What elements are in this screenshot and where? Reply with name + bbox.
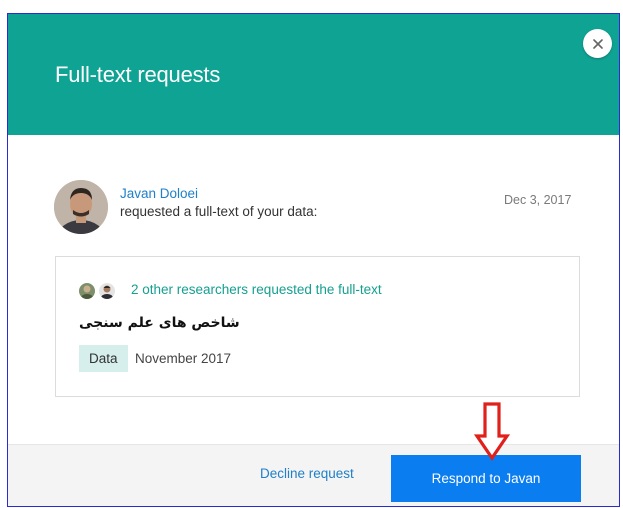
avatar[interactable] [54, 180, 108, 234]
avatar[interactable] [79, 283, 95, 299]
type-badge: Data [79, 345, 128, 372]
dialog-header: Full-text requests [8, 14, 619, 135]
data-date: November 2017 [135, 351, 232, 366]
dialog-footer: Decline request Respond to Javan [8, 444, 619, 506]
avatar-photo [99, 283, 115, 299]
avatar-photo [79, 283, 95, 299]
close-button[interactable] [583, 29, 612, 58]
full-text-requests-dialog: Full-text requests Javan Doloei requeste… [7, 13, 620, 507]
request-description: requested a full-text of your data: [120, 204, 318, 219]
close-icon [592, 38, 603, 49]
decline-request-button[interactable]: Decline request [260, 466, 354, 481]
respond-button[interactable]: Respond to Javan [391, 455, 581, 502]
other-researchers-link[interactable]: 2 other researchers requested the full-t… [131, 282, 382, 297]
requester-name-link[interactable]: Javan Doloei [120, 186, 198, 201]
dialog-title: Full-text requests [55, 62, 221, 87]
screenshot-page: Full-text requests Javan Doloei requeste… [0, 0, 623, 508]
avatar[interactable] [99, 283, 115, 299]
down-arrow-icon [474, 402, 510, 461]
request-date: Dec 3, 2017 [504, 193, 572, 207]
other-researchers-avatars [79, 283, 115, 299]
requested-data-card: 2 other researchers requested the full-t… [55, 256, 580, 397]
avatar-photo [54, 180, 108, 234]
data-title[interactable]: شاخص های علم سنجی [79, 315, 240, 331]
